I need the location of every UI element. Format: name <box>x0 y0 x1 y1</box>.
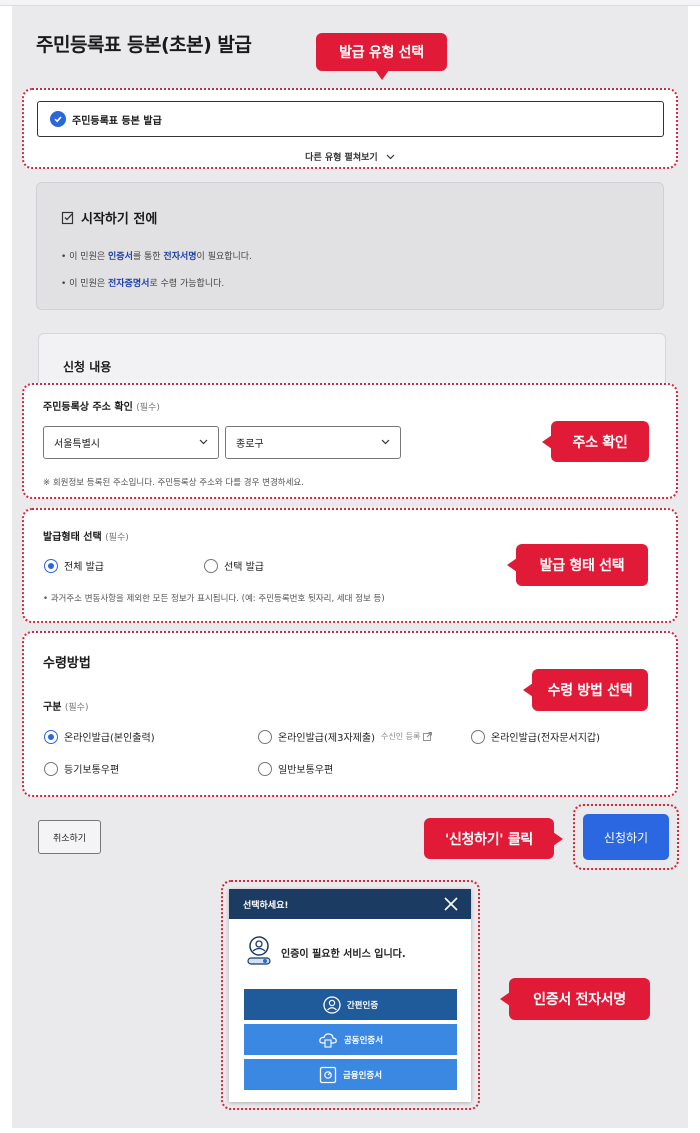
radio-regular-mail[interactable]: 일반보통우편 <box>258 761 333 776</box>
radio-online-third[interactable]: 온라인발급(제3자제출) 수신인 등록 <box>258 729 433 744</box>
before-start-box: 시작하기 전에 • 이 민원은 인증서를 통한 전자서명이 필요합니다. • 이… <box>36 182 664 310</box>
radio-selective-issue[interactable]: 선택 발급 <box>204 558 264 573</box>
safe-icon <box>319 1066 337 1084</box>
user-icon <box>323 995 341 1014</box>
receive-title: 수령방법 <box>43 656 91 671</box>
more-types-link[interactable]: 다른 유형 펼쳐보기 <box>0 150 700 163</box>
close-icon[interactable] <box>443 896 459 912</box>
address-label: 주민등록상 주소 확인 (필수) <box>43 402 160 413</box>
joint-cert-button[interactable]: 공동인증서 <box>244 1024 457 1055</box>
district-select[interactable]: 종로구 <box>225 426 401 459</box>
apply-content-title: 신청 내용 <box>63 360 112 374</box>
external-link-icon <box>423 732 433 741</box>
cancel-button[interactable]: 취소하기 <box>38 820 101 854</box>
receive-sub-label: 구분 (필수) <box>43 702 89 713</box>
info-line-cert: • 이 민원은 인증서를 통한 전자서명이 필요합니다. <box>61 252 252 262</box>
callout-address: 주소 확인 <box>542 421 649 462</box>
callout-receive: 수령 방법 선택 <box>523 669 648 711</box>
issue-form-label: 발급형태 선택 (필수) <box>43 532 129 543</box>
recipient-register-link[interactable]: 수신인 등록 <box>381 731 420 742</box>
chevron-down-icon <box>386 154 395 160</box>
issue-type-label: 주민등록표 등본 발급 <box>72 115 162 127</box>
modal-title: 선택하세요! <box>243 900 289 911</box>
checklist-icon <box>61 211 74 224</box>
issue-form-note: • 과거주소 변동사항을 제외한 모든 정보가 표시됩니다. (예: 주민등록번… <box>43 594 385 604</box>
radio-online-self[interactable]: 온라인발급(본인출력) <box>44 729 155 744</box>
radio-button <box>258 761 272 776</box>
radio-full-issue[interactable]: 전체 발급 <box>44 558 104 573</box>
check-icon <box>50 111 66 127</box>
radio-button <box>44 729 58 744</box>
user-cert-icon <box>247 936 271 965</box>
callout-issue-form: 발급 형태 선택 <box>507 544 648 586</box>
callout-click-apply: '신청하기' 클릭 <box>424 818 563 859</box>
city-select[interactable]: 서울특별시 <box>43 426 219 459</box>
callout-type-select: 발급 유형 선택 <box>316 33 447 80</box>
auth-modal: 선택하세요! 인증이 필요한 서비스 입니다. 간편인증 공동인증서 금융인증서 <box>229 889 471 1102</box>
radio-button <box>204 558 218 573</box>
radio-button <box>44 558 58 573</box>
page-title: 주민등록표 등본(초본) 발급 <box>36 34 252 56</box>
modal-message: 인증이 필요한 서비스 입니다. <box>245 935 406 969</box>
apply-button[interactable]: 신청하기 <box>583 814 669 860</box>
address-note: ※ 회원정보 등록된 주소입니다. 주민등록상 주소와 다를 경우 변경하세요. <box>43 478 304 488</box>
radio-button <box>471 729 485 744</box>
radio-button <box>258 729 272 744</box>
modal-header: 선택하세요! <box>229 889 471 919</box>
receive-highlight <box>22 631 678 797</box>
radio-button <box>44 761 58 776</box>
callout-cert-sign: 인증서 전자서명 <box>500 978 650 1020</box>
before-start-title: 시작하기 전에 <box>61 208 157 227</box>
chevron-down-icon <box>381 439 390 445</box>
cloud-cert-icon <box>318 1031 338 1049</box>
issue-type-selected-card[interactable]: 주민등록표 등본 발급 <box>37 101 664 137</box>
simple-auth-button[interactable]: 간편인증 <box>244 989 457 1020</box>
radio-online-wallet[interactable]: 온라인발급(전자문서지갑) <box>471 729 600 744</box>
financial-cert-button[interactable]: 금융인증서 <box>244 1059 457 1090</box>
info-line-ecert: • 이 민원은 전자증명서로 수령 가능합니다. <box>61 279 225 289</box>
radio-registered-mail[interactable]: 등기보통우편 <box>44 761 119 776</box>
chevron-down-icon <box>199 439 208 445</box>
